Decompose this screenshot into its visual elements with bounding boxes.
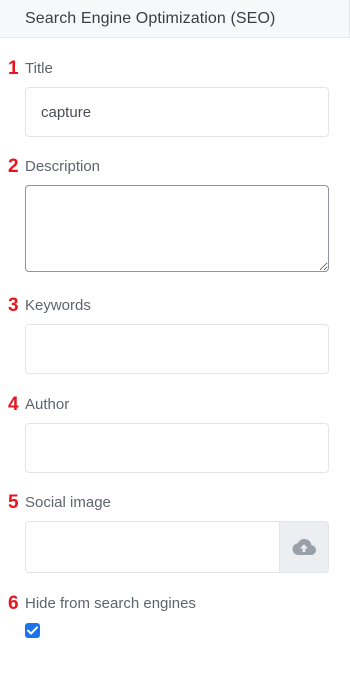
title-input[interactable]	[25, 87, 329, 137]
seo-panel: Search Engine Optimization (SEO) 1 Title…	[0, 0, 350, 677]
description-textarea[interactable]	[25, 185, 329, 272]
description-label: Description	[25, 158, 101, 175]
step-marker-3: 3	[8, 295, 19, 316]
keywords-input[interactable]	[25, 324, 329, 374]
social-image-label: Social image	[25, 494, 111, 511]
panel-header: Search Engine Optimization (SEO)	[0, 0, 350, 38]
step-marker-1: 1	[8, 58, 19, 79]
step-marker-4: 4	[8, 394, 19, 415]
author-input[interactable]	[25, 423, 329, 473]
checkmark-icon	[27, 626, 38, 635]
step-marker-6: 6	[8, 593, 19, 614]
hide-from-search-label: Hide from search engines	[25, 595, 196, 612]
author-label: Author	[25, 396, 70, 413]
hide-from-search-checkbox[interactable]	[25, 623, 40, 638]
title-label: Title	[25, 60, 53, 77]
upload-button[interactable]	[279, 522, 328, 572]
social-image-input[interactable]	[26, 522, 280, 572]
panel-title: Search Engine Optimization (SEO)	[25, 10, 276, 27]
social-image-field	[25, 521, 329, 573]
keywords-label: Keywords	[25, 297, 91, 314]
step-marker-5: 5	[8, 492, 19, 513]
step-marker-2: 2	[8, 156, 19, 177]
cloud-upload-icon	[291, 537, 317, 557]
